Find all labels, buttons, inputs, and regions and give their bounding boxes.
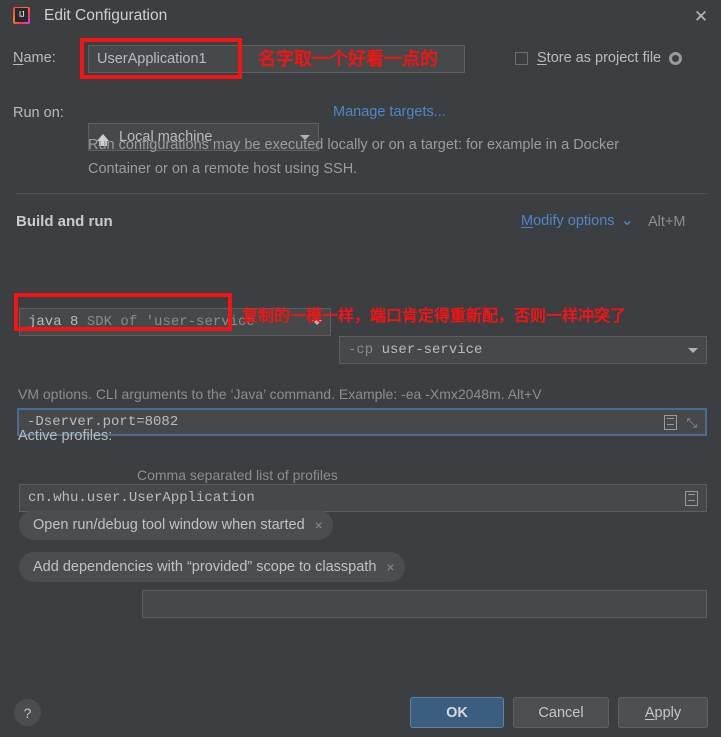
vm-options-input[interactable]: -Dserver.port=8082 ⤡ — [17, 408, 707, 436]
annotation-text-name: 名字取一个好看一点的 — [258, 49, 438, 70]
intellij-idea-logo-icon — [13, 7, 30, 24]
name-label-wrap: Name: — [13, 50, 56, 66]
chip-open-run-debug-tool-window[interactable]: Open run/debug tool window when started … — [19, 510, 333, 540]
close-icon[interactable]: × — [315, 518, 323, 532]
modify-options-link[interactable]: Modify options ⌄ — [521, 212, 634, 230]
active-profiles-label: Active profiles: — [18, 428, 113, 444]
jre-primary: java 8 — [28, 314, 79, 330]
gear-icon[interactable] — [669, 51, 683, 65]
run-on-description: Run configurations may be executed local… — [88, 137, 620, 177]
name-label: Name: — [13, 50, 56, 66]
list-browse-icon[interactable] — [685, 490, 698, 506]
run-on-label-wrap: Run on: — [13, 105, 64, 121]
expand-arrows-icon[interactable]: ⤡ — [687, 416, 697, 429]
store-as-project-file-row[interactable]: Store as project file — [515, 50, 683, 66]
chevron-down-icon[interactable] — [688, 347, 698, 353]
help-button[interactable]: ? — [14, 699, 41, 726]
dialog-title: Edit Configuration — [44, 6, 168, 24]
chip-label: Add dependencies with “provided” scope t… — [33, 559, 377, 575]
manage-targets-link[interactable]: Manage targets... — [333, 104, 446, 120]
module-value: user-service — [381, 342, 483, 358]
jre-secondary: SDK of 'user-service — [86, 314, 255, 330]
modify-options-shortcut: Alt+M — [648, 214, 686, 230]
close-icon[interactable]: ✕ — [689, 4, 713, 28]
close-icon[interactable]: × — [386, 560, 394, 574]
store-as-project-file-label: Store as project file — [537, 50, 662, 66]
name-input-value: UserApplication1 — [97, 51, 207, 67]
cancel-button[interactable]: Cancel — [513, 697, 609, 728]
active-profiles-input[interactable] — [142, 590, 707, 618]
chip-add-provided-dependencies[interactable]: Add dependencies with “provided” scope t… — [19, 552, 405, 582]
store-as-project-file-checkbox[interactable] — [515, 51, 528, 65]
annotation-text-vm-options: 复制的一模一样，端口肯定得重新配，否则一样冲突了 — [242, 306, 627, 325]
apply-button[interactable]: Apply — [618, 697, 708, 728]
ok-button[interactable]: OK — [410, 697, 504, 728]
main-class-input[interactable]: cn.whu.user.UserApplication — [19, 484, 707, 512]
vm-options-hint: VM options. CLI arguments to the ‘Java’ … — [18, 386, 542, 402]
main-class-value: cn.whu.user.UserApplication — [28, 490, 255, 506]
run-on-label: Run on: — [13, 105, 64, 121]
active-profiles-hint: Comma separated list of profiles — [137, 467, 338, 483]
module-classpath-dropdown[interactable]: -cp user-service — [339, 336, 707, 364]
dialog-titlebar: Edit Configuration — [0, 0, 721, 31]
module-prefix: -cp — [348, 342, 374, 358]
build-and-run-title: Build and run — [16, 213, 113, 230]
section-separator — [15, 193, 707, 194]
document-icon[interactable] — [663, 414, 677, 430]
chip-label: Open run/debug tool window when started — [33, 517, 305, 533]
modify-options-label: Modify options — [521, 213, 615, 229]
chevron-down-icon: ⌄ — [620, 212, 634, 229]
